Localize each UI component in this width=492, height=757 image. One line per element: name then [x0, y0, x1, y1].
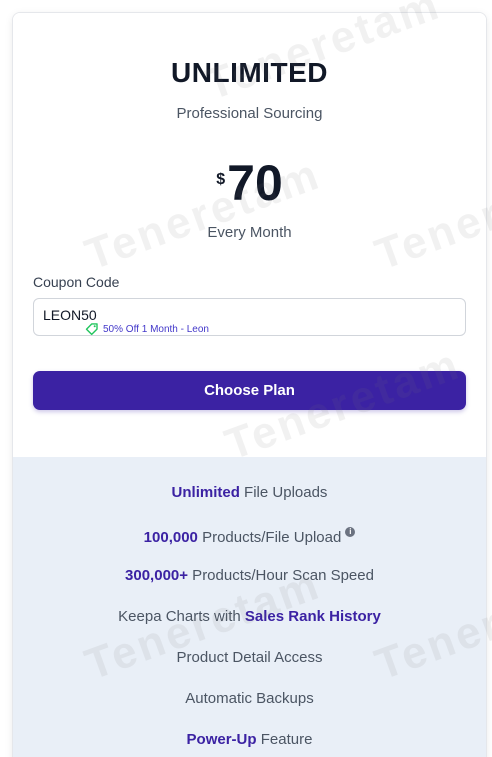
tag-icon: [85, 322, 99, 336]
price-amount: 70: [227, 155, 283, 211]
feature-item: 300,000+ Products/Hour Scan Speed: [13, 567, 486, 584]
feature-highlight: Power-Up: [186, 731, 257, 748]
price: $70: [13, 158, 486, 208]
coupon-input[interactable]: [43, 307, 343, 323]
feature-item: Keepa Charts with Sales Rank History: [13, 608, 486, 625]
feature-item: Product Detail Access: [13, 649, 486, 666]
coupon-discount-text: 50% Off 1 Month - Leon: [103, 323, 209, 335]
feature-text: Products/File Upload: [197, 529, 342, 546]
plan-name: UNLIMITED: [171, 57, 328, 88]
feature-item: Unlimited File Uploads: [13, 484, 486, 501]
feature-text: Keepa Charts with: [118, 608, 245, 625]
feature-highlight: Sales Rank History: [244, 608, 381, 625]
feature-text: Products/Hour Scan Speed: [188, 567, 374, 584]
info-icon[interactable]: i: [345, 527, 356, 537]
coupon-field[interactable]: 50% Off 1 Month - Leon: [33, 298, 466, 336]
feature-item: Automatic Backups: [13, 690, 486, 707]
plan-header: UNLIMITED Professional Sourcing $70 Ever…: [13, 13, 486, 457]
page: UNLIMITED Professional Sourcing $70 Ever…: [0, 0, 492, 757]
feature-text: Product Detail Access: [176, 649, 323, 666]
feature-item: Power-Up Feature: [13, 731, 486, 748]
plan-subtitle: Professional Sourcing: [176, 105, 323, 122]
feature-item: 100,000 Products/File Upload i: [13, 527, 486, 546]
choose-plan-button[interactable]: Choose Plan: [33, 371, 466, 410]
coupon-label: Coupon Code: [33, 274, 120, 290]
feature-highlight: Unlimited: [171, 484, 240, 501]
feature-text: Automatic Backups: [185, 690, 314, 707]
feature-highlight: 100,000: [143, 529, 198, 546]
feature-list: Unlimited File Uploads 100,000 Products/…: [13, 457, 486, 757]
price-currency: $: [216, 171, 226, 188]
feature-highlight: 300,000+: [125, 567, 189, 584]
feature-text: File Uploads: [239, 484, 328, 501]
pricing-card: UNLIMITED Professional Sourcing $70 Ever…: [12, 12, 487, 757]
price-period: Every Month: [207, 224, 292, 241]
coupon-discount-note: 50% Off 1 Month - Leon: [85, 322, 209, 336]
feature-text: Feature: [256, 731, 313, 748]
